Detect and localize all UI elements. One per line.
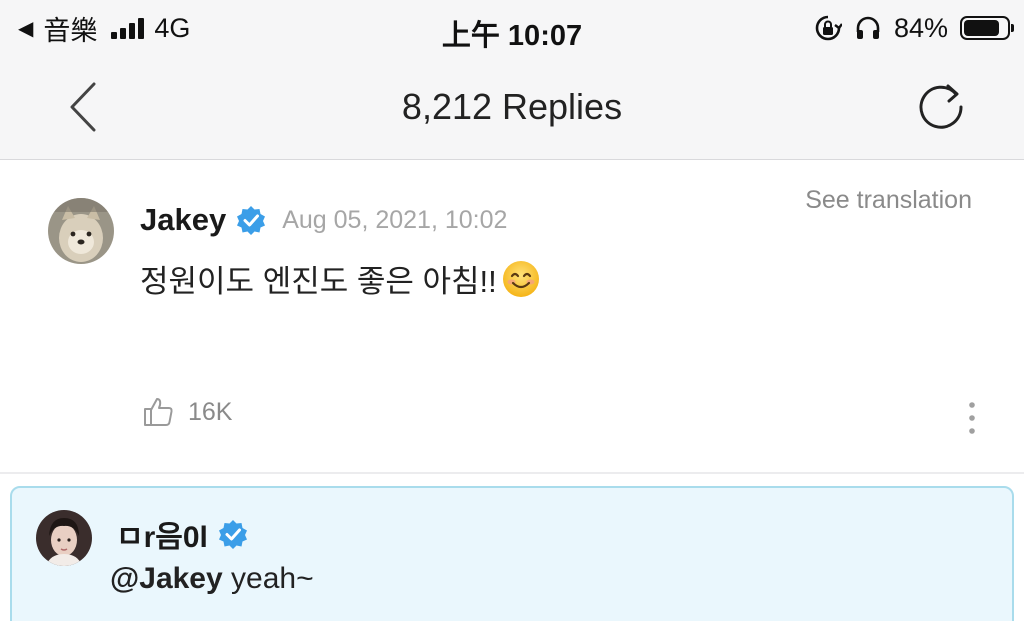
avatar[interactable] (36, 510, 92, 566)
avatar[interactable] (48, 198, 114, 264)
dog-avatar-image (48, 198, 114, 264)
status-bar: ◀ 音樂 4G 上午 10:07 84% (0, 0, 1024, 58)
reply-author-row: ㅁr음0l (116, 512, 248, 556)
user-avatar-image (36, 510, 92, 566)
divider (0, 472, 1024, 474)
headphones-icon (856, 16, 880, 39)
like-button[interactable]: 16K (142, 396, 232, 428)
verified-badge-icon (218, 520, 247, 549)
main-post: Jakey Aug 05, 2021, 10:02 See translatio… (0, 160, 1024, 472)
page-title: 8,212 Replies (401, 86, 623, 127)
status-bar-right: 84% (814, 12, 1014, 44)
mention-link[interactable]: @Jakey (110, 562, 223, 595)
smiling-face-emoji-icon (502, 260, 539, 297)
battery-icon (960, 16, 1014, 40)
battery-percentage: 84% (893, 12, 948, 43)
navigation-bar: 8,212 Replies (0, 58, 1024, 160)
reply-author-name[interactable]: ㅁr음0l (116, 512, 208, 556)
author-name[interactable]: Jakey (140, 202, 226, 238)
reply-text: @Jakey yeah~ (110, 562, 314, 596)
rotation-lock-icon (815, 15, 842, 41)
post-body: 정원이도 엔진도 좋은 아침!! (140, 264, 497, 299)
thumbs-up-icon (144, 398, 173, 426)
refresh-icon[interactable] (914, 80, 968, 134)
author-row: Jakey Aug 05, 2021, 10:02 (140, 202, 507, 238)
see-translation-link[interactable]: See translation (805, 186, 972, 215)
battery-fill (964, 20, 1000, 36)
post-text: 정원이도 엔진도 좋은 아침!! (140, 256, 541, 301)
post-date: Aug 05, 2021, 10:02 (282, 205, 508, 234)
reply-item[interactable]: ㅁr음0l @Jakey yeah~ (10, 486, 1014, 621)
reply-body: yeah~ (222, 562, 314, 595)
verified-badge-icon (237, 206, 266, 235)
more-options-icon[interactable] (962, 400, 982, 436)
like-count: 16K (188, 397, 233, 426)
